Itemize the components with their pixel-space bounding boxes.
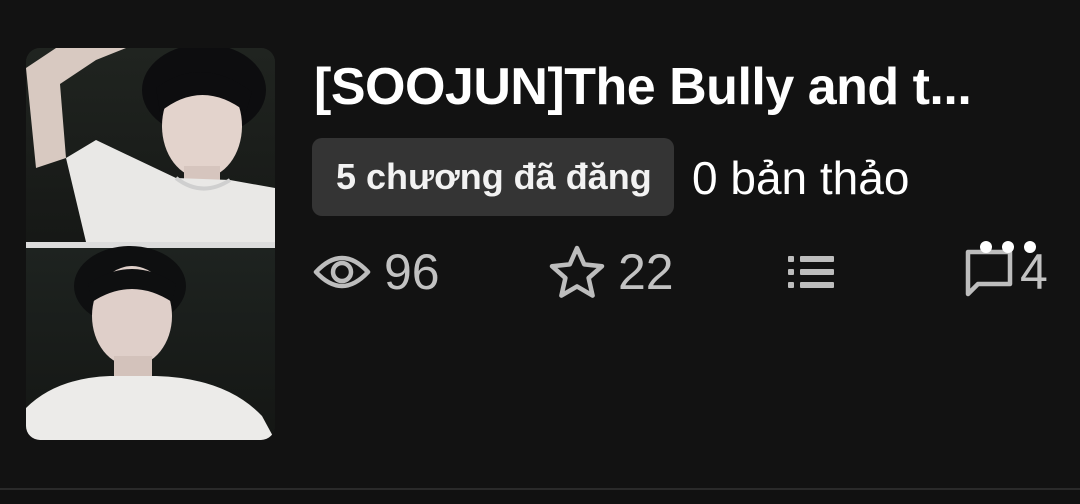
comments-stat[interactable]: 4 [962, 240, 1048, 304]
published-chapters-badge: 5 chương đã đăng [312, 138, 674, 216]
views-count: 96 [384, 244, 440, 300]
story-cover-image[interactable] [26, 48, 275, 440]
comment-icon [962, 241, 1036, 300]
star-icon [548, 244, 606, 300]
votes-stat: 22 [548, 240, 674, 304]
views-stat: 96 [312, 240, 440, 304]
eye-icon [312, 252, 372, 292]
cover-image [26, 48, 275, 440]
parts-stat[interactable] [786, 240, 836, 304]
more-dots-icon [980, 241, 1036, 253]
bottom-divider [0, 488, 1080, 490]
votes-count: 22 [618, 244, 674, 300]
list-icon [786, 252, 836, 292]
story-title[interactable]: [SOOJUN]The Bully and t... [314, 56, 1034, 118]
story-card[interactable]: [SOOJUN]The Bully and t... 5 chương đã đ… [0, 0, 1080, 488]
drafts-count: 0 bản thảo [692, 152, 910, 204]
